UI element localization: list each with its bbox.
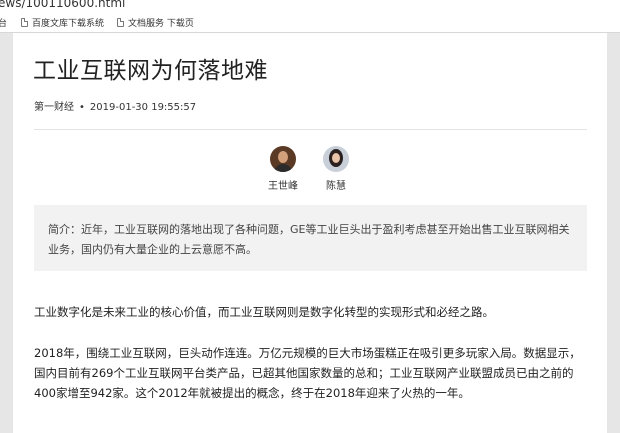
avatar[interactable] — [270, 146, 296, 172]
bookmark-label: 百度文库下载系统 — [32, 19, 105, 29]
bookmarks-bar: 台 百度文库下载系统 文档服务 下载页 — [0, 12, 620, 33]
paragraph: 工业数字化是未来工业的核心价值，而工业互联网则是数字化转型的实现形式和必经之路。 — [34, 305, 494, 319]
bookmark-item-doc-service[interactable]: 文档服务 下载页 — [117, 16, 194, 29]
meta-separator: • — [79, 102, 85, 113]
bookmark-item-baidu-wenku[interactable]: 百度文库下载系统 — [21, 16, 104, 29]
bookmark-label: 台 — [0, 19, 8, 29]
page-icon — [117, 18, 124, 27]
page-icon — [21, 18, 28, 27]
avatar[interactable] — [323, 146, 349, 172]
author-name[interactable]: 陈慧 — [316, 177, 356, 192]
author-chen[interactable]: 陈慧 — [316, 146, 356, 192]
divider — [34, 129, 587, 130]
author-wang[interactable]: 王世峰 — [263, 146, 303, 192]
url-text: ews/100110600.html — [0, 0, 126, 10]
article-meta: 第一财经 • 2019-01-30 19:55:57 — [34, 98, 196, 113]
publish-time: 2019-01-30 19:55:57 — [89, 102, 197, 113]
bookmark-label: 文档服务 下载页 — [128, 19, 194, 29]
paragraph: 2018年，围绕工业互联网，巨头动作连连。万亿元规模的巨大市场蛋糕正在吸引更多玩… — [34, 346, 581, 400]
summary-box: 简介：近年，工业互联网的落地出现了各种问题，GE等工业巨头出于盈利考虑甚至开始出… — [34, 205, 587, 271]
source-label[interactable]: 第一财经 — [34, 102, 74, 113]
address-bar[interactable]: ews/100110600.html — [0, 0, 620, 12]
author-name[interactable]: 王世峰 — [263, 177, 303, 192]
bookmark-item-partial[interactable]: 台 — [0, 16, 7, 29]
article-panel: 工业互联网为何落地难 第一财经 • 2019-01-30 19:55:57 王世峰 … — [13, 33, 607, 433]
article-title: 工业互联网为何落地难 — [33, 58, 268, 84]
